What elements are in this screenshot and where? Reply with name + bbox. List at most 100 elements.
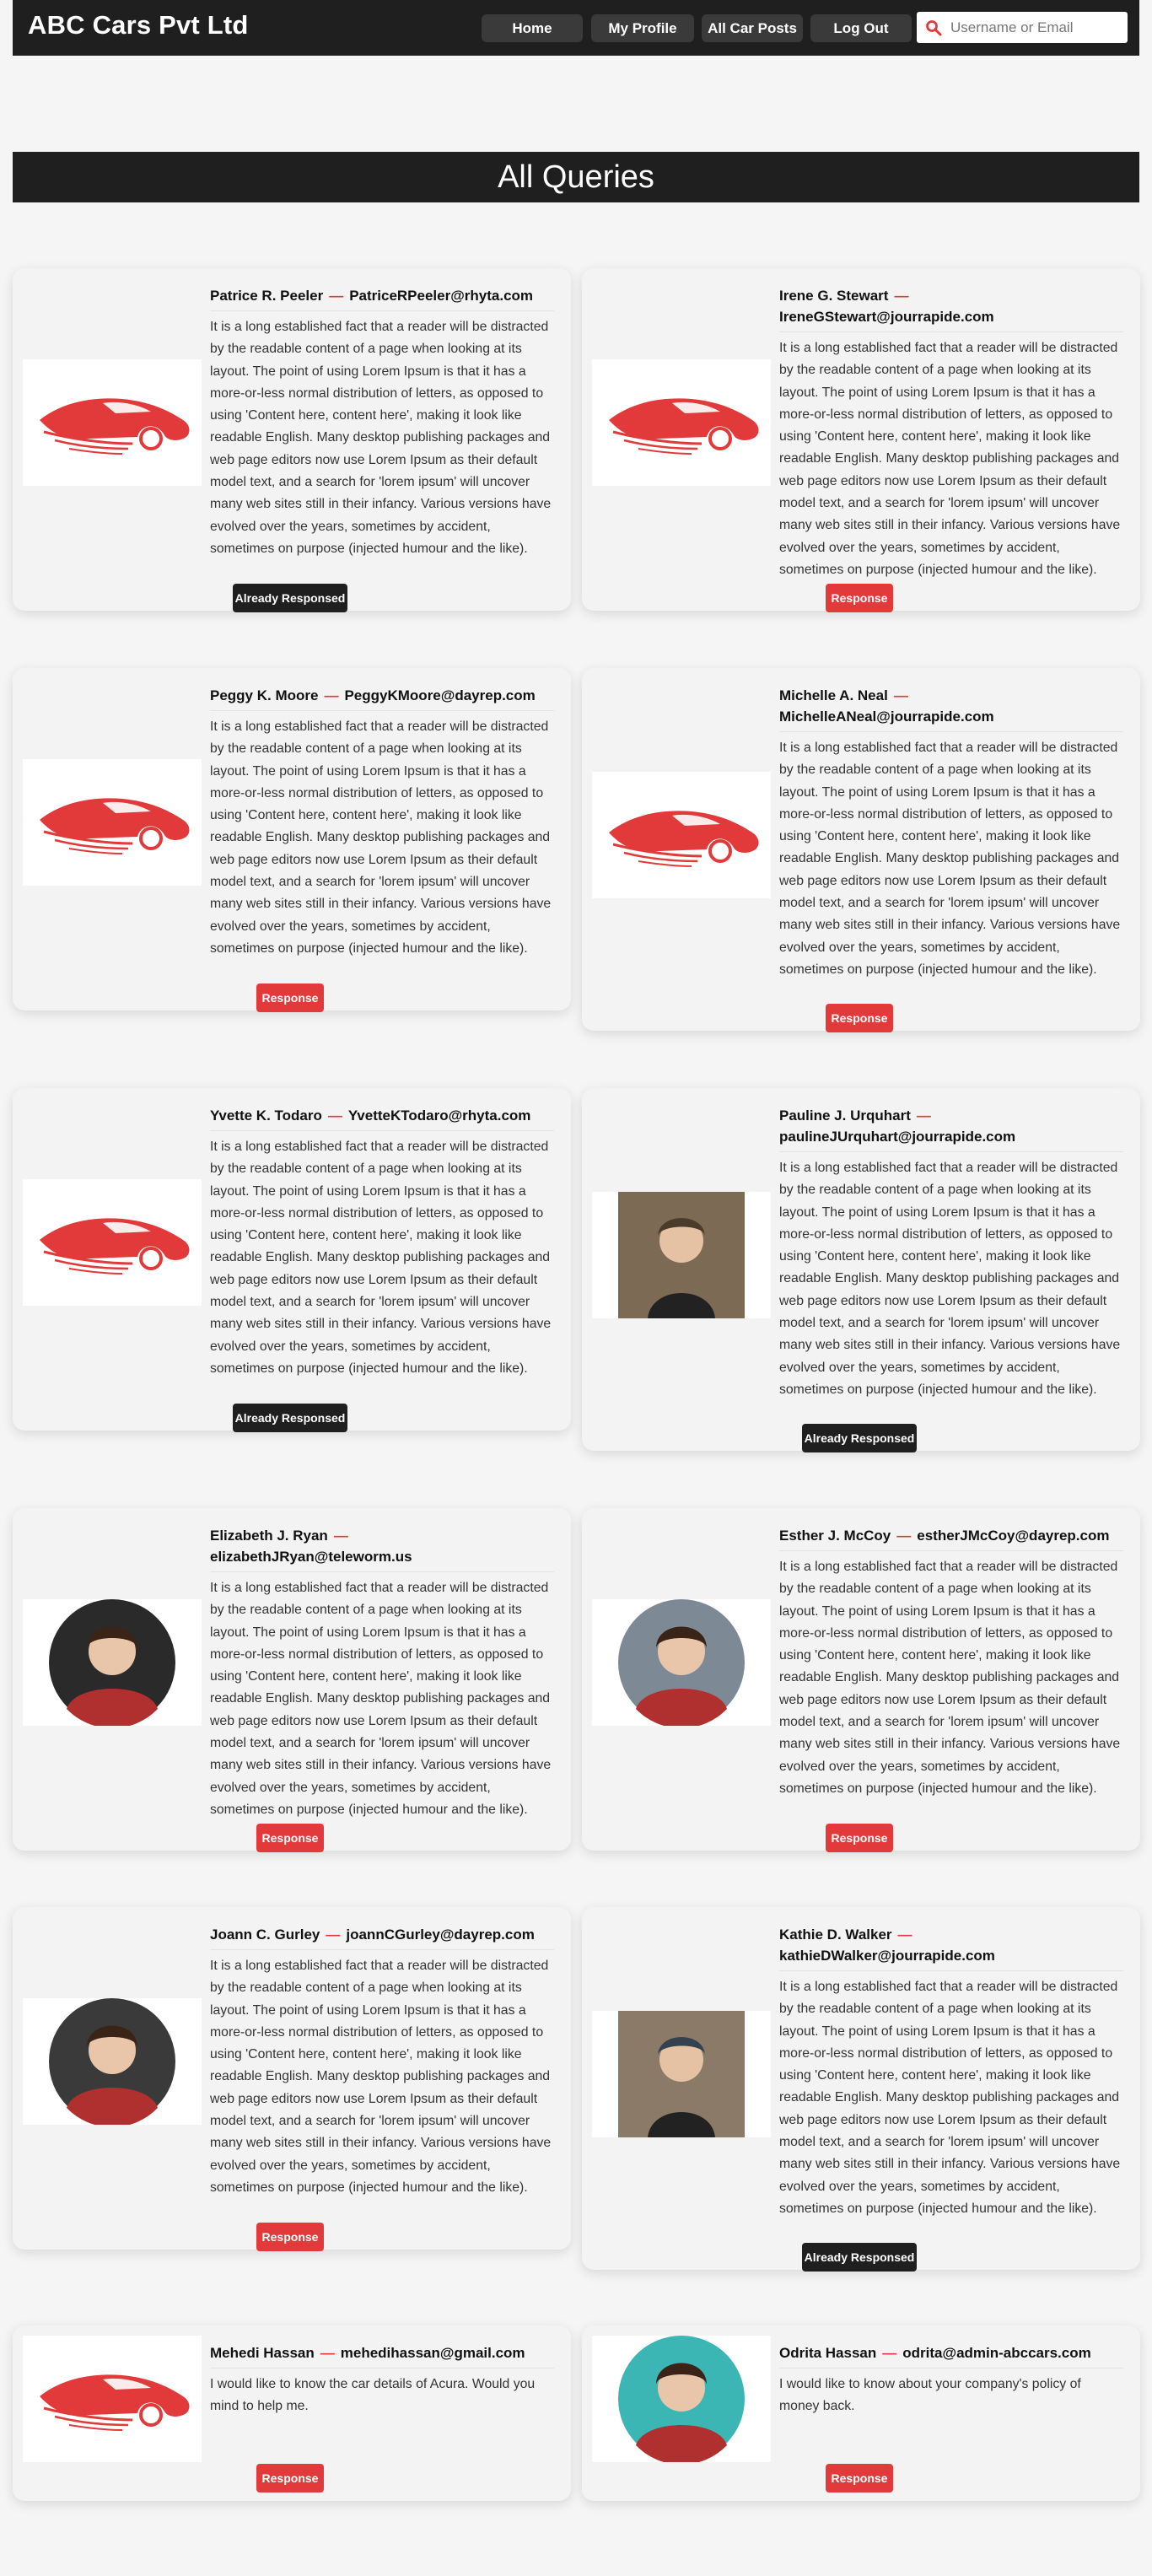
query-card: Michelle A. Neal — MichelleANeal@jourrapid… [582, 668, 1140, 1032]
user-avatar [618, 1599, 745, 1726]
query-message: It is a long established fact that a rea… [779, 341, 1121, 577]
nav-home[interactable]: Home [482, 14, 583, 42]
query-thumbnail [592, 359, 771, 486]
query-name: Patrice R. Peeler [210, 288, 324, 304]
search-box [917, 12, 1128, 43]
query-name: Elizabeth J. Ryan [210, 1528, 328, 1544]
query-info: Joann C. Gurley — joannCGurley@dayrep.com I… [210, 1924, 554, 2199]
search-icon[interactable] [925, 19, 942, 36]
query-header: Mehedi Hassan — mehedihassan@gmail.com [210, 2342, 554, 2369]
query-thumbnail [23, 359, 202, 486]
query-card: Irene G. Stewart — IreneGStewart@jourrapid… [582, 268, 1140, 612]
car-logo-icon [40, 1218, 190, 1275]
query-header: Elizabeth J. Ryan — elizabethJRyan@telewor… [210, 1525, 554, 1572]
query-header: Patrice R. Peeler — PatriceRPeeler@rhyta.c… [210, 285, 554, 311]
nav-all-car-posts[interactable]: All Car Posts [702, 14, 803, 42]
car-logo-icon [40, 398, 190, 455]
query-email[interactable]: elizabethJRyan@teleworm.us [210, 1549, 412, 1565]
response-button[interactable]: Response [826, 2464, 893, 2492]
query-card: Pauline J. Urquhart — paulineJUrquhart@jou… [582, 1088, 1140, 1452]
query-name: Michelle A. Neal [779, 687, 888, 703]
separator-dash: — [893, 687, 908, 703]
query-header: Irene G. Stewart — IreneGStewart@jourrapid… [779, 285, 1123, 332]
query-header: Yvette K. Todaro — YvetteKTodaro@rhyta.com [210, 1105, 554, 1131]
query-info: Irene G. Stewart — IreneGStewart@jourrapid… [779, 285, 1123, 581]
query-thumbnail [592, 1599, 771, 1726]
query-thumbnail [23, 2336, 202, 2462]
query-card: Patrice R. Peeler — PatriceRPeeler@rhyta.c… [13, 268, 571, 612]
query-header: Michelle A. Neal — MichelleANeal@jourrapid… [779, 685, 1123, 732]
query-message: It is a long established fact that a rea… [779, 1161, 1121, 1397]
query-message: It is a long established fact that a rea… [210, 719, 552, 956]
query-thumbnail [23, 1179, 202, 1306]
already-responsed-button[interactable]: Already Responsed [802, 1424, 917, 1452]
query-header: Pauline J. Urquhart — paulineJUrquhart@jou… [779, 1105, 1123, 1152]
query-card: Peggy K. Moore — PeggyKMoore@dayrep.com It … [13, 668, 571, 1012]
query-email[interactable]: MichelleANeal@jourrapide.com [779, 709, 994, 725]
query-info: Esther J. McCoy — estherJMcCoy@dayrep.com I… [779, 1525, 1123, 1800]
car-logo-icon [609, 811, 759, 867]
query-name: Yvette K. Todaro [210, 1107, 322, 1124]
query-thumbnail [592, 1192, 771, 1318]
user-photo [618, 2011, 745, 2137]
query-card: Mehedi Hassan — mehedihassan@gmail.com I wo… [13, 2325, 571, 2501]
query-info: Patrice R. Peeler — PatriceRPeeler@rhyta.c… [210, 285, 554, 560]
query-email[interactable]: PatriceRPeeler@rhyta.com [349, 288, 533, 304]
query-message: It is a long established fact that a rea… [779, 1560, 1121, 1796]
query-thumbnail [592, 2336, 771, 2462]
query-email[interactable]: YvetteKTodaro@rhyta.com [348, 1107, 531, 1124]
query-thumbnail [23, 759, 202, 886]
query-header: Esther J. McCoy — estherJMcCoy@dayrep.com [779, 1525, 1123, 1551]
query-info: Peggy K. Moore — PeggyKMoore@dayrep.com It … [210, 685, 554, 960]
response-button[interactable]: Response [256, 1824, 324, 1852]
query-header: Kathie D. Walker — kathieDWalker@jourrapid… [779, 1924, 1123, 1971]
query-email[interactable]: paulineJUrquhart@jourrapide.com [779, 1129, 1015, 1145]
response-button[interactable]: Response [826, 1824, 893, 1852]
query-info: Elizabeth J. Ryan — elizabethJRyan@telewor… [210, 1525, 554, 1821]
query-name: Odrita Hassan [779, 2345, 877, 2361]
response-button[interactable]: Response [826, 1004, 893, 1032]
already-responsed-button[interactable]: Already Responsed [802, 2243, 917, 2272]
response-button[interactable]: Response [256, 2223, 324, 2251]
car-logo-icon [40, 2374, 190, 2431]
query-name: Mehedi Hassan [210, 2345, 315, 2361]
response-button[interactable]: Response [256, 984, 324, 1012]
nav-my-profile[interactable]: My Profile [591, 14, 694, 42]
query-email[interactable]: odrita@admin-abccars.com [902, 2345, 1090, 2361]
separator-dash: — [320, 2345, 335, 2361]
query-info: Kathie D. Walker — kathieDWalker@jourrapid… [779, 1924, 1123, 2220]
user-avatar [49, 1599, 175, 1726]
already-responsed-button[interactable]: Already Responsed [233, 584, 347, 612]
user-avatar [49, 1998, 175, 2125]
query-thumbnail [592, 2011, 771, 2137]
query-card: Odrita Hassan — odrita@admin-abccars.com I … [582, 2325, 1140, 2501]
search-input[interactable] [950, 12, 1123, 43]
separator-dash: — [329, 288, 344, 304]
separator-dash: — [326, 1927, 341, 1943]
query-thumbnail [592, 772, 771, 898]
response-button[interactable]: Response [826, 584, 893, 612]
query-email[interactable]: estherJMcCoy@dayrep.com [917, 1528, 1109, 1544]
query-email[interactable]: mehedihassan@gmail.com [341, 2345, 525, 2361]
query-name: Joann C. Gurley [210, 1927, 320, 1943]
separator-dash: — [896, 1528, 912, 1544]
car-logo-icon [40, 798, 190, 854]
nav-log-out[interactable]: Log Out [810, 14, 912, 42]
query-message: I would like to know about your company'… [779, 2377, 1081, 2414]
query-info: Mehedi Hassan — mehedihassan@gmail.com I wo… [210, 2342, 554, 2418]
brand-title[interactable]: ABC Cars Pvt Ltd [28, 10, 249, 40]
query-email[interactable]: joannCGurley@dayrep.com [346, 1927, 534, 1943]
query-email[interactable]: IreneGStewart@jourrapide.com [779, 309, 994, 325]
navbar: ABC Cars Pvt Ltd Home My Profile All Car… [13, 0, 1139, 56]
response-button[interactable]: Response [256, 2464, 324, 2492]
query-email[interactable]: kathieDWalker@jourrapide.com [779, 1948, 995, 1964]
query-email[interactable]: PeggyKMoore@dayrep.com [344, 687, 535, 703]
query-card: Yvette K. Todaro — YvetteKTodaro@rhyta.com… [13, 1088, 571, 1432]
query-info: Michelle A. Neal — MichelleANeal@jourrapid… [779, 685, 1123, 981]
already-responsed-button[interactable]: Already Responsed [233, 1404, 347, 1432]
query-header: Joann C. Gurley — joannCGurley@dayrep.com [210, 1924, 554, 1950]
page-title: All Queries [13, 152, 1139, 202]
separator-dash: — [324, 687, 339, 703]
query-message: It is a long established fact that a rea… [779, 741, 1121, 977]
query-info: Odrita Hassan — odrita@admin-abccars.com I … [779, 2342, 1123, 2418]
